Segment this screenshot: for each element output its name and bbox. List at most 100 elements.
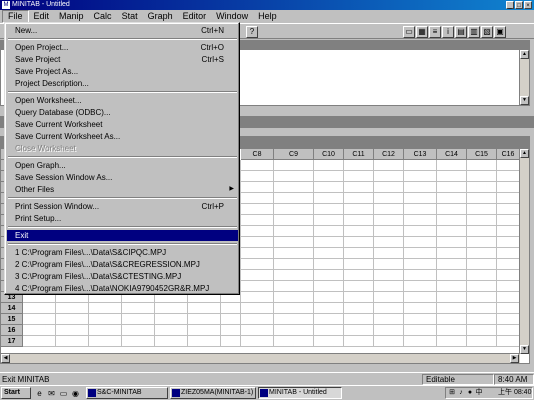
table-cell[interactable] <box>274 237 314 248</box>
table-cell[interactable] <box>314 248 344 259</box>
table-cell[interactable] <box>188 303 221 314</box>
table-cell[interactable] <box>23 303 56 314</box>
menu-item-save-session-window-as[interactable]: Save Session Window As... <box>7 172 238 183</box>
menu-item-project-description[interactable]: Project Description... <box>7 78 238 89</box>
table-cell[interactable] <box>241 325 274 336</box>
table-cell[interactable] <box>274 193 314 204</box>
table-cell[interactable] <box>344 193 374 204</box>
table-cell[interactable] <box>404 182 437 193</box>
scroll-down-icon[interactable]: ▼ <box>520 345 529 354</box>
outlook-icon[interactable]: ✉ <box>46 388 57 399</box>
table-cell[interactable] <box>314 303 344 314</box>
table-cell[interactable] <box>89 303 122 314</box>
table-cell[interactable] <box>241 171 274 182</box>
table-cell[interactable] <box>374 259 404 270</box>
table-cell[interactable] <box>374 193 404 204</box>
table-cell[interactable] <box>404 303 437 314</box>
table-cell[interactable] <box>437 325 467 336</box>
table-cell[interactable] <box>497 171 520 182</box>
table-cell[interactable] <box>314 182 344 193</box>
table-cell[interactable] <box>314 259 344 270</box>
minimize-button[interactable]: _ <box>506 1 514 9</box>
menu-item-print-session-window[interactable]: Print Session Window... Ctrl+P <box>7 201 238 212</box>
antivirus-icon[interactable]: ● <box>466 389 474 397</box>
table-cell[interactable] <box>314 226 344 237</box>
table-cell[interactable] <box>404 204 437 215</box>
table-cell[interactable] <box>497 281 520 292</box>
table-cell[interactable] <box>274 270 314 281</box>
table-cell[interactable] <box>437 215 467 226</box>
recent-file-4[interactable]: 4 C:\Program Files\...\Data\NOKIA9790452… <box>7 283 238 294</box>
menu-item-other-files[interactable]: Other Files ▶ <box>7 184 238 195</box>
table-cell[interactable] <box>374 281 404 292</box>
table-cell[interactable] <box>497 204 520 215</box>
data-window-icon[interactable]: ▦ <box>416 26 428 38</box>
row-header[interactable]: 15 <box>1 314 23 325</box>
table-cell[interactable] <box>241 215 274 226</box>
scroll-left-icon[interactable]: ◀ <box>1 354 10 363</box>
row-header[interactable]: 16 <box>1 325 23 336</box>
table-cell[interactable] <box>274 325 314 336</box>
table-cell[interactable] <box>241 259 274 270</box>
table-cell[interactable] <box>155 303 188 314</box>
table-cell[interactable] <box>497 270 520 281</box>
column-header[interactable]: C9 <box>274 149 314 160</box>
table-cell[interactable] <box>314 336 344 347</box>
network-icon[interactable]: ⊞ <box>448 389 456 397</box>
menu-item-save-project[interactable]: Save Project Ctrl+S <box>7 54 238 65</box>
menu-item-save-current-worksheet[interactable]: Save Current Worksheet <box>7 119 238 130</box>
table-cell[interactable] <box>314 314 344 325</box>
recent-file-1[interactable]: 1 C:\Program Files\...\Data\S&CIPQC.MPJ <box>7 247 238 258</box>
table-cell[interactable] <box>188 314 221 325</box>
table-cell[interactable] <box>314 204 344 215</box>
menu-help[interactable]: Help <box>253 10 282 23</box>
menu-item-open-graph[interactable]: Open Graph... <box>7 160 238 171</box>
table-cell[interactable] <box>344 270 374 281</box>
ie-icon[interactable]: e <box>34 388 45 399</box>
table-cell[interactable] <box>241 314 274 325</box>
table-cell[interactable] <box>241 193 274 204</box>
scroll-down-icon[interactable]: ▼ <box>520 96 529 105</box>
table-cell[interactable] <box>374 248 404 259</box>
recent-file-2[interactable]: 2 C:\Program Files\...\Data\S&CREGRESSIO… <box>7 259 238 270</box>
column-header[interactable]: C16 <box>497 149 520 160</box>
scroll-up-icon[interactable]: ▲ <box>520 149 529 158</box>
table-cell[interactable] <box>404 270 437 281</box>
task-sc-minitab[interactable]: S&C-MINITAB <box>86 387 168 399</box>
table-cell[interactable] <box>122 303 155 314</box>
table-cell[interactable] <box>437 204 467 215</box>
table-cell[interactable] <box>437 182 467 193</box>
table-cell[interactable] <box>314 270 344 281</box>
table-cell[interactable] <box>374 325 404 336</box>
table-cell[interactable] <box>404 292 437 303</box>
table-cell[interactable] <box>89 325 122 336</box>
task-ziez05ma[interactable]: ZIEZ05MA(MINITAB-1) <box>170 387 256 399</box>
row-header[interactable]: 17 <box>1 336 23 347</box>
table-cell[interactable] <box>467 226 497 237</box>
table-cell[interactable] <box>122 336 155 347</box>
table-cell[interactable] <box>497 237 520 248</box>
table-cell[interactable] <box>344 248 374 259</box>
table-cell[interactable] <box>467 215 497 226</box>
table-cell[interactable] <box>437 336 467 347</box>
table-cell[interactable] <box>23 325 56 336</box>
table-cell[interactable] <box>437 270 467 281</box>
close-button[interactable]: × <box>524 1 532 9</box>
table-cell[interactable] <box>437 193 467 204</box>
table-cell[interactable] <box>374 314 404 325</box>
table-cell[interactable] <box>374 292 404 303</box>
table-cell[interactable] <box>344 281 374 292</box>
column-header[interactable]: C13 <box>404 149 437 160</box>
tray-clock[interactable]: 上午 08:40 <box>498 388 531 398</box>
table-cell[interactable] <box>467 270 497 281</box>
table-cell[interactable] <box>23 314 56 325</box>
table-cell[interactable] <box>467 336 497 347</box>
table-cell[interactable] <box>241 248 274 259</box>
table-cell[interactable] <box>374 215 404 226</box>
table-cell[interactable] <box>344 204 374 215</box>
table-cell[interactable] <box>497 259 520 270</box>
table-cell[interactable] <box>404 237 437 248</box>
table-cell[interactable] <box>314 193 344 204</box>
worksheet-horizontal-scrollbar[interactable]: ◀ ▶ <box>1 353 520 363</box>
report-pad-icon[interactable]: ▥ <box>468 26 480 38</box>
